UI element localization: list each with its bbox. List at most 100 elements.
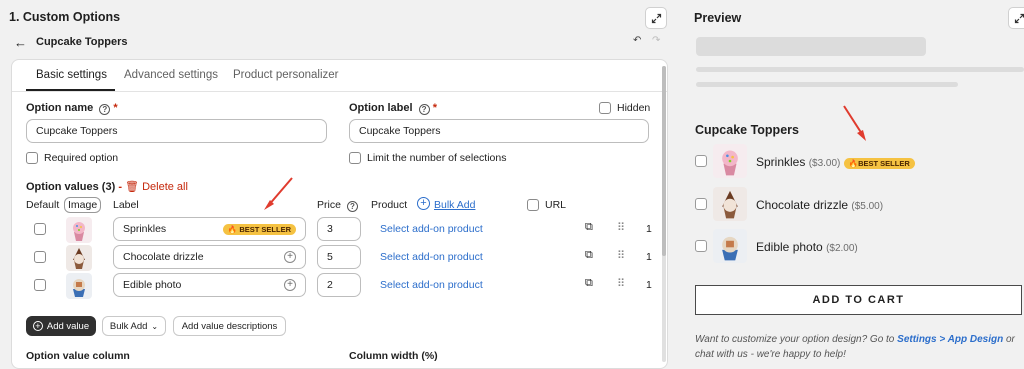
row-image-sprinkles[interactable] xyxy=(66,217,92,243)
help-icon[interactable]: ? xyxy=(99,104,110,115)
row-label-input[interactable]: Chocolate drizzle + xyxy=(113,245,306,269)
select-addon-link[interactable]: Select add-on product xyxy=(380,251,483,263)
delete-all-link[interactable]: Delete all xyxy=(142,181,188,193)
add-value-label: Add value xyxy=(47,321,89,332)
tabs-divider xyxy=(12,91,667,92)
preview-item[interactable]: Edible photo ($2.00) xyxy=(756,240,858,254)
preview-option-title: Cupcake Toppers xyxy=(695,123,799,137)
page-title: 1. Custom Options xyxy=(9,10,120,24)
select-addon-link[interactable]: Select add-on product xyxy=(380,279,483,291)
preview-item-name: Sprinkles xyxy=(756,155,805,169)
preview-item-name: Chocolate drizzle xyxy=(756,198,848,212)
limit-selections-label: Limit the number of selections xyxy=(367,152,506,164)
duplicate-icon[interactable]: ⧉ xyxy=(585,221,593,234)
preview-item[interactable]: Sprinkles ($3.00) 🔥BEST SELLER xyxy=(756,155,915,169)
preview-title: Preview xyxy=(694,11,741,25)
bulk-add-link[interactable]: Bulk Add xyxy=(434,199,475,211)
skeleton-title xyxy=(696,37,926,56)
option-label-heading: Option label ? * xyxy=(349,102,437,115)
option-values-label: Option values (3) xyxy=(26,181,115,193)
url-checkbox[interactable] xyxy=(527,199,539,211)
add-badge-icon[interactable]: + xyxy=(284,251,296,263)
bulk-add-plus-icon[interactable]: + xyxy=(417,197,430,210)
row-image-chocolate-drizzle[interactable] xyxy=(66,245,92,271)
required-asterisk: * xyxy=(433,102,437,114)
skeleton-line xyxy=(696,82,958,87)
limit-selections-checkbox[interactable] xyxy=(349,152,361,164)
col-price-heading: Price ? xyxy=(317,199,358,212)
add-to-cart-button[interactable]: ADD TO CART xyxy=(695,285,1022,315)
select-addon-link[interactable]: Select add-on product xyxy=(380,223,483,235)
option-set-title: Cupcake Toppers xyxy=(36,36,128,48)
hidden-checkbox[interactable] xyxy=(599,102,611,114)
preview-checkbox[interactable] xyxy=(695,240,707,252)
add-value-button[interactable]: + Add value xyxy=(26,316,96,336)
row-default-checkbox[interactable] xyxy=(34,279,46,291)
bulk-add-dropdown[interactable]: Bulk Add ⌄ xyxy=(102,316,166,336)
hidden-label: Hidden xyxy=(617,102,650,114)
expand-button[interactable] xyxy=(1008,7,1024,29)
row-price-input[interactable]: 3 xyxy=(317,217,361,241)
best-seller-badge: 🔥BEST SELLER xyxy=(844,158,915,169)
expand-button[interactable] xyxy=(645,7,667,29)
tab-basic-settings[interactable]: Basic settings xyxy=(36,69,107,81)
row-default-checkbox[interactable] xyxy=(34,223,46,235)
preview-image-chocolate-drizzle xyxy=(713,187,747,221)
chevron-down-icon: ⌄ xyxy=(151,322,158,331)
col-label: Label xyxy=(113,199,139,211)
duplicate-icon[interactable]: ⧉ xyxy=(585,277,593,290)
option-name-input[interactable]: Cupcake Toppers xyxy=(26,119,327,143)
row-index: 1 xyxy=(646,279,652,291)
tab-product-personalizer[interactable]: Product personalizer xyxy=(233,69,338,81)
row-index: 1 xyxy=(646,223,652,235)
scrollbar-thumb[interactable] xyxy=(662,66,666,256)
preview-item-price: ($2.00) xyxy=(826,243,858,254)
row-image-edible-photo[interactable] xyxy=(66,273,92,299)
col-price: Price xyxy=(317,199,341,211)
option-card: Basic settings Advanced settings Product… xyxy=(11,59,668,369)
expand-icon xyxy=(1014,13,1024,24)
add-badge-icon[interactable]: + xyxy=(284,279,296,291)
preview-item-name: Edible photo xyxy=(756,240,823,254)
col-default: Default xyxy=(26,199,59,211)
preview-item[interactable]: Chocolate drizzle ($5.00) xyxy=(756,198,883,212)
drag-handle-icon[interactable]: ⠿ xyxy=(617,221,625,234)
row-label-text: Edible photo xyxy=(123,279,181,291)
fire-icon: 🔥 xyxy=(849,159,858,168)
preview-checkbox[interactable] xyxy=(695,155,707,167)
row-price-input[interactable]: 2 xyxy=(317,273,361,297)
preview-checkbox[interactable] xyxy=(695,198,707,210)
skeleton-line xyxy=(696,67,1024,72)
required-option-checkbox[interactable] xyxy=(26,152,38,164)
preview-image-edible-photo xyxy=(713,229,747,263)
option-label-label: Option label xyxy=(349,102,413,114)
undo-icon[interactable]: ↶ xyxy=(633,35,641,46)
row-default-checkbox[interactable] xyxy=(34,251,46,263)
preview-item-price: ($5.00) xyxy=(851,201,883,212)
add-value-descriptions-button[interactable]: Add value descriptions xyxy=(173,316,286,336)
col-product: Product xyxy=(371,199,407,211)
required-asterisk: * xyxy=(113,102,117,114)
drag-handle-icon[interactable]: ⠿ xyxy=(617,249,625,262)
row-price-input[interactable]: 5 xyxy=(317,245,361,269)
option-name-heading: Option name ? * xyxy=(26,102,118,115)
tab-advanced-settings[interactable]: Advanced settings xyxy=(124,69,218,81)
duplicate-icon[interactable]: ⧉ xyxy=(585,249,593,262)
row-label-input[interactable]: Sprinkles 🔥 BEST SELLER xyxy=(113,217,306,241)
badge-text: BEST SELLER xyxy=(858,159,910,168)
option-label-input[interactable]: Cupcake Toppers xyxy=(349,119,649,143)
drag-handle-icon[interactable]: ⠿ xyxy=(617,277,625,290)
back-arrow-icon[interactable]: ← xyxy=(14,35,27,50)
row-label-input[interactable]: Edible photo + xyxy=(113,273,306,297)
fire-icon: 🔥 xyxy=(228,225,237,234)
col-url: URL xyxy=(545,199,566,211)
trash-icon[interactable]: 🗑 xyxy=(125,181,139,193)
column-width-label: Column width (%) xyxy=(349,350,438,362)
redo-icon[interactable]: ↷ xyxy=(652,35,660,46)
best-seller-badge[interactable]: 🔥 BEST SELLER xyxy=(223,224,296,235)
help-icon[interactable]: ? xyxy=(347,201,358,212)
preview-note: Want to customize your option design? Go… xyxy=(695,332,1023,362)
app-design-link[interactable]: Settings > App Design xyxy=(897,334,1003,345)
option-value-column-label: Option value column xyxy=(26,350,130,362)
help-icon[interactable]: ? xyxy=(419,104,430,115)
